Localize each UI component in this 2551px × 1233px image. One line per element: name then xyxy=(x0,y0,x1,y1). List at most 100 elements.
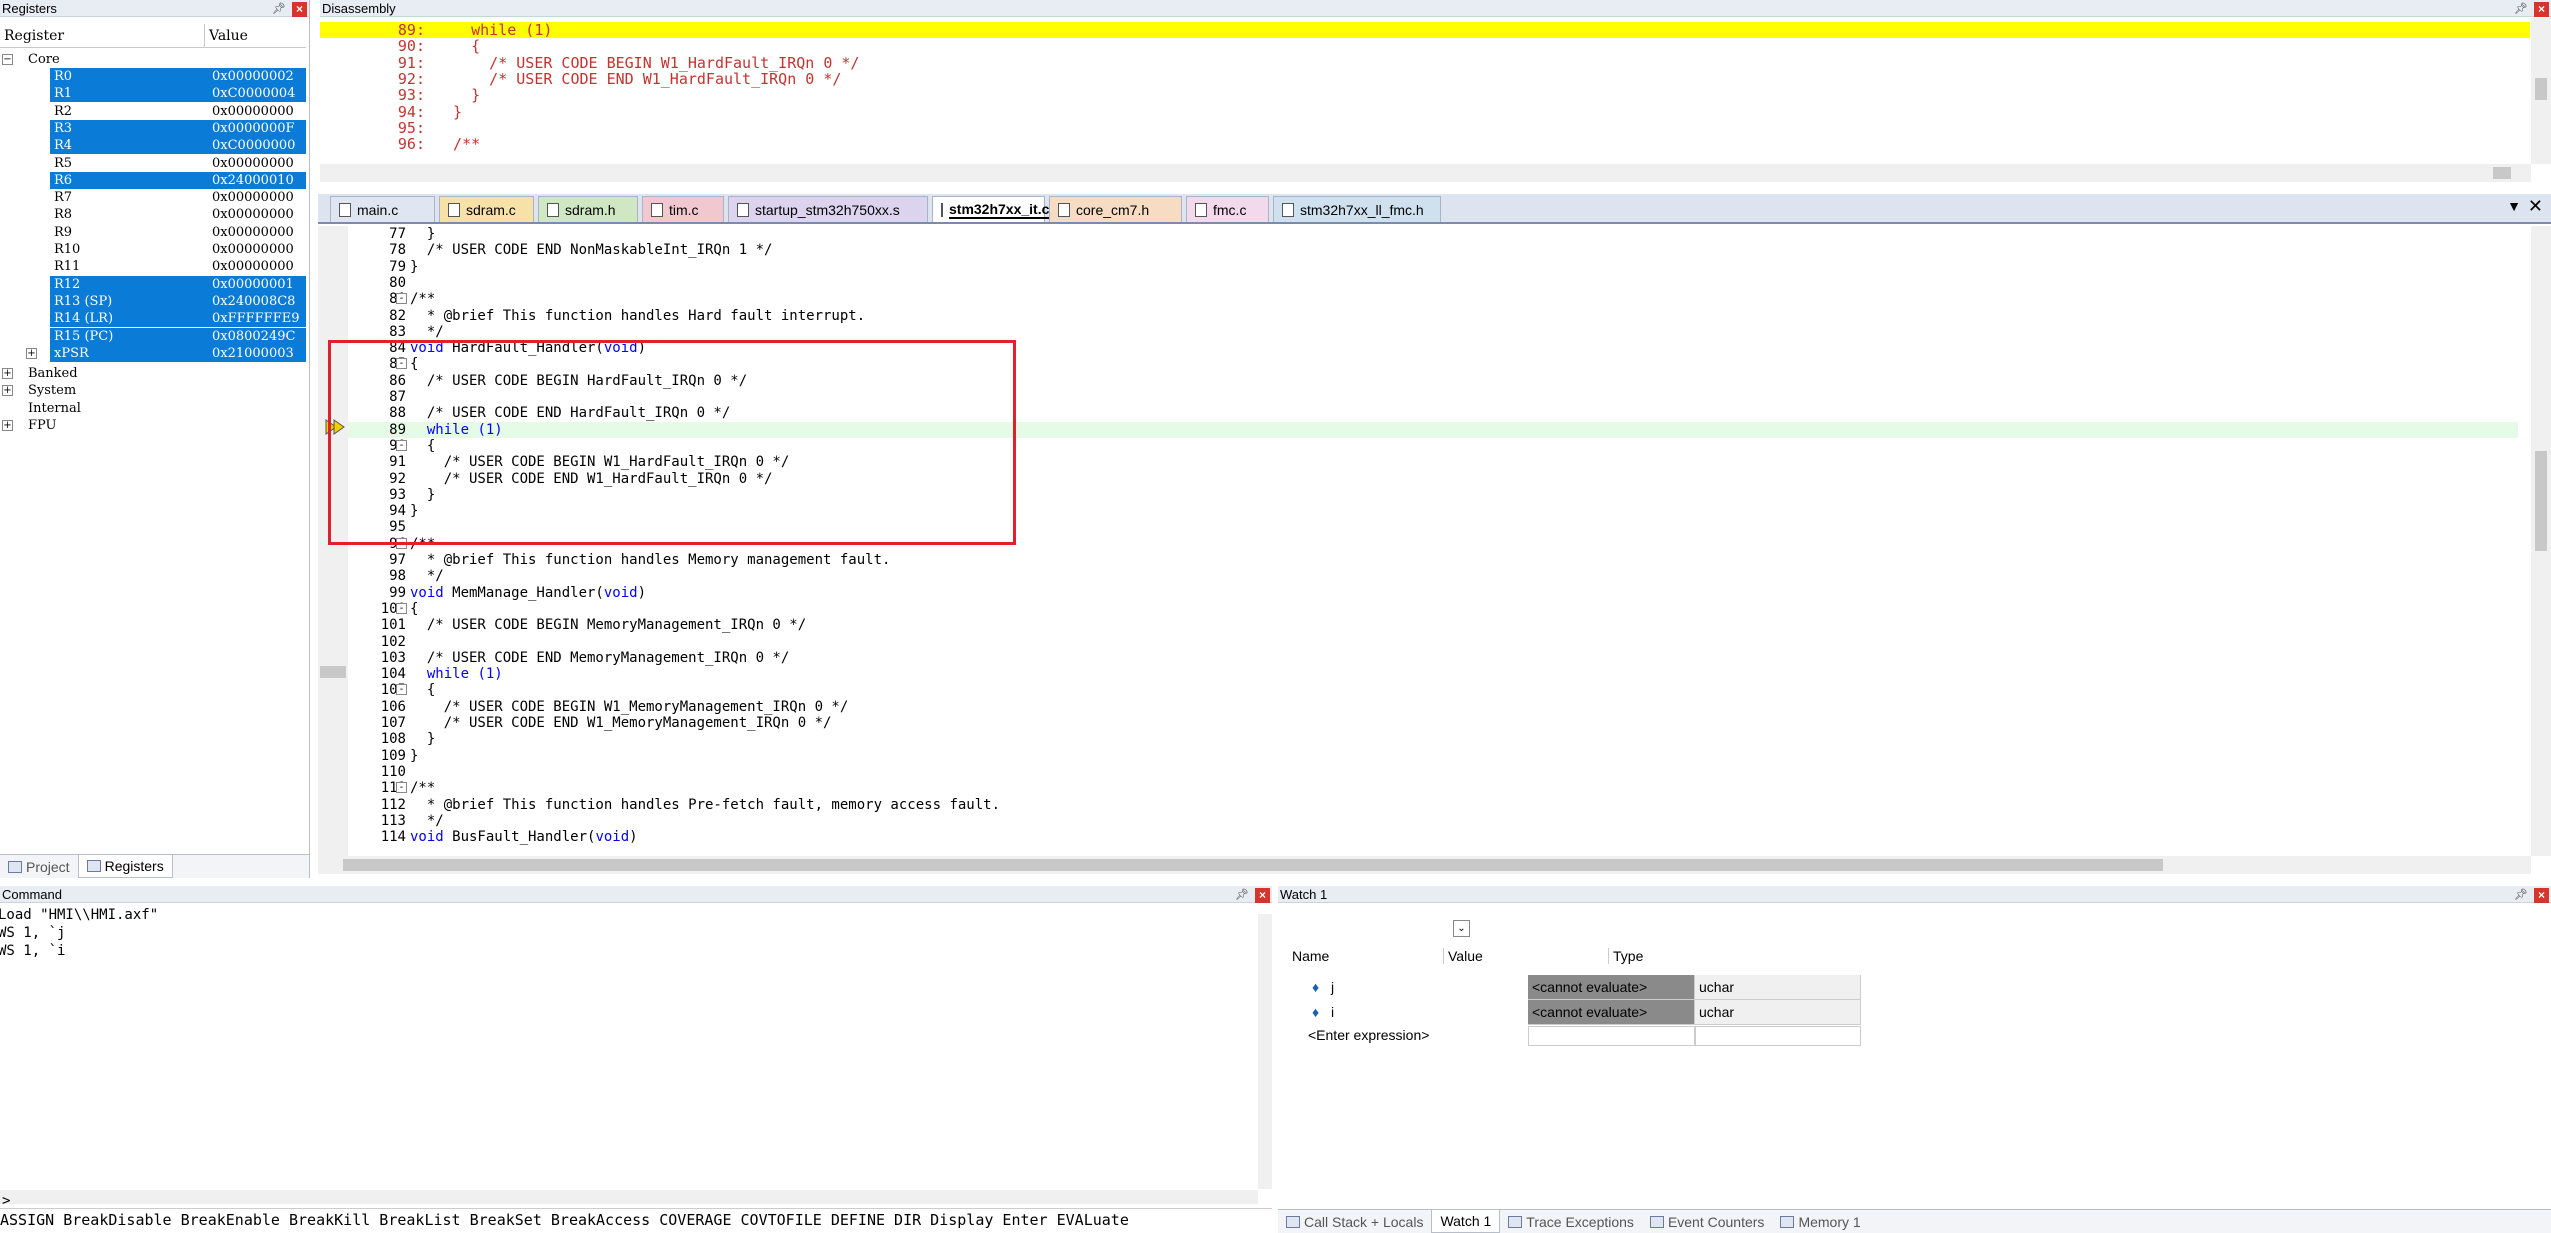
register-row[interactable]: R1 0xC0000004 xyxy=(0,85,306,103)
code-line[interactable]: 108 } xyxy=(318,731,2518,747)
fold-toggle-icon[interactable]: - xyxy=(396,782,407,794)
editor-vscroll[interactable] xyxy=(2531,226,2551,856)
close-icon[interactable]: × xyxy=(292,2,307,17)
expand-icon[interactable]: + xyxy=(2,385,13,397)
code-line[interactable]: 105- { xyxy=(318,682,2518,698)
code-line[interactable]: 80 xyxy=(318,275,2518,291)
fold-toggle-icon[interactable]: - xyxy=(396,602,407,614)
register-row[interactable]: R3 0x0000000F xyxy=(0,119,306,137)
disassembly-line[interactable]: 96: /** xyxy=(320,136,2530,152)
tab-fmc-c[interactable]: fmc.c xyxy=(1186,196,1269,222)
register-row[interactable]: R15 (PC) 0x0800249C xyxy=(0,327,306,345)
tab-startup-stm32h750xx-s[interactable]: startup_stm32h750xx.s xyxy=(728,196,928,222)
core-group[interactable]: − Core xyxy=(0,51,306,68)
expand-icon[interactable]: + xyxy=(26,347,37,359)
register-group[interactable]: + FPU xyxy=(0,417,306,434)
pin-icon[interactable]: 📌︎ xyxy=(272,1,286,18)
tab-call-stack-locals[interactable]: Call Stack + Locals xyxy=(1278,1210,1431,1233)
register-row[interactable]: R8 0x00000000 xyxy=(0,206,306,223)
code-line[interactable]: 99 void MemManage_Handler(void) xyxy=(318,585,2518,601)
register-group[interactable]: + System xyxy=(0,382,306,399)
disassembly-line[interactable]: 95: xyxy=(320,120,2530,136)
code-line[interactable]: 82 * @brief This function handles Hard f… xyxy=(318,308,2518,324)
tab-stm32h7xx-it-c[interactable]: stm32h7xx_it.c xyxy=(932,196,1050,222)
register-row[interactable]: R9 0x00000000 xyxy=(0,224,306,241)
col-register[interactable]: Register xyxy=(0,24,205,47)
col-name[interactable]: Name xyxy=(1292,948,1329,964)
expand-icon[interactable]: + xyxy=(2,368,13,379)
tab-main-c[interactable]: main.c xyxy=(330,196,435,222)
disassembly-line[interactable]: 89: while (1) xyxy=(320,22,2530,38)
register-group[interactable]: + Banked xyxy=(0,365,306,382)
code-line[interactable]: 81-/** xyxy=(318,291,2518,307)
expand-icon[interactable]: + xyxy=(2,419,13,431)
watch-row[interactable]: ♦ j <cannot evaluate> uchar xyxy=(1278,975,1868,1000)
code-line[interactable]: 100-{ xyxy=(318,601,2518,617)
fold-toggle-icon[interactable]: - xyxy=(396,684,407,696)
register-row[interactable]: R10 0x00000000 xyxy=(0,241,306,258)
code-line[interactable]: 83 */ xyxy=(318,324,2518,340)
pin-icon[interactable]: 📌︎ xyxy=(2514,1,2528,18)
tab-sdram-c[interactable]: sdram.c xyxy=(439,196,534,222)
close-icon[interactable]: × xyxy=(1255,888,1270,903)
tab-memory-1[interactable]: Memory 1 xyxy=(1772,1210,1868,1233)
tab-watch-1[interactable]: Watch 1 xyxy=(1431,1210,1501,1233)
disassembly-line[interactable]: 92: /* USER CODE END W1_HardFault_IRQn 0… xyxy=(320,71,2530,87)
register-row[interactable]: R0 0x00000002 xyxy=(0,68,306,85)
code-line[interactable]: 109} xyxy=(318,748,2518,764)
code-line[interactable]: 97 * @brief This function handles Memory… xyxy=(318,552,2518,568)
pin-icon[interactable]: 📌︎ xyxy=(1235,887,1249,904)
command-vscroll[interactable] xyxy=(1258,914,1272,1189)
fold-toggle-icon[interactable]: - xyxy=(396,293,407,305)
disassembly-vscroll[interactable] xyxy=(2531,18,2551,164)
collapse-icon[interactable]: − xyxy=(2,54,13,65)
col-value[interactable]: Value xyxy=(205,24,306,47)
code-line[interactable]: 77 } xyxy=(318,226,2518,242)
code-line[interactable]: 78 /* USER CODE END NonMaskableInt_IRQn … xyxy=(318,242,2518,258)
register-row[interactable]: R2 0x00000000 xyxy=(0,103,306,120)
tab-sdram-h[interactable]: sdram.h xyxy=(538,196,638,222)
editor-hscroll[interactable] xyxy=(318,856,2531,874)
col-type[interactable]: Type xyxy=(1608,948,1643,964)
close-icon[interactable]: × xyxy=(2534,2,2549,17)
col-value[interactable]: Value xyxy=(1443,948,1483,964)
code-line[interactable]: 103 /* USER CODE END MemoryManagement_IR… xyxy=(318,650,2518,666)
code-line[interactable]: 111-/** xyxy=(318,780,2518,796)
disassembly-line[interactable]: 93: } xyxy=(320,87,2530,103)
tab-registers[interactable]: Registers xyxy=(77,855,173,878)
code-line[interactable]: 107 /* USER CODE END W1_MemoryManagement… xyxy=(318,715,2518,731)
code-line[interactable]: 106 /* USER CODE BEGIN W1_MemoryManageme… xyxy=(318,699,2518,715)
chevron-down-icon[interactable]: ▼ xyxy=(2507,198,2521,214)
tab-event-counters[interactable]: Event Counters xyxy=(1642,1210,1773,1233)
register-row[interactable]: R12 0x00000001 xyxy=(0,275,306,293)
register-row[interactable]: R4 0xC0000000 xyxy=(0,137,306,155)
code-line[interactable]: 98 */ xyxy=(318,568,2518,584)
register-row[interactable]: xPSR 0x21000003 + xyxy=(0,344,306,362)
register-row[interactable]: R6 0x24000010 xyxy=(0,171,306,189)
tab-stm32h7xx-ll-fmc-h[interactable]: stm32h7xx_ll_fmc.h xyxy=(1273,196,1441,222)
enter-expression[interactable]: <Enter expression> xyxy=(1308,1027,1429,1043)
tab-trace-exceptions[interactable]: Trace Exceptions xyxy=(1500,1210,1642,1233)
register-group[interactable]: Internal xyxy=(0,400,306,417)
code-line[interactable]: 112 * @brief This function handles Pre-f… xyxy=(318,797,2518,813)
code-line[interactable]: 101 /* USER CODE BEGIN MemoryManagement_… xyxy=(318,617,2518,633)
tab-tim-c[interactable]: tim.c xyxy=(642,196,724,222)
register-row[interactable]: R5 0x00000000 xyxy=(0,155,306,172)
disassembly-line[interactable]: 91: /* USER CODE BEGIN W1_HardFault_IRQn… xyxy=(320,55,2530,71)
pin-icon[interactable]: 📌︎ xyxy=(2514,887,2528,904)
disassembly-hscroll[interactable] xyxy=(320,164,2531,182)
close-icon[interactable]: × xyxy=(2534,888,2549,903)
command-hscroll[interactable] xyxy=(0,1190,1258,1204)
code-line[interactable]: 113 */ xyxy=(318,813,2518,829)
code-editor[interactable]: 77 } 78 /* USER CODE END NonMaskableInt_I… xyxy=(318,226,2551,878)
code-line[interactable]: 110 xyxy=(318,764,2518,780)
register-row[interactable]: R11 0x00000000 xyxy=(0,258,306,275)
tab-core-cm7-h[interactable]: core_cm7.h xyxy=(1049,196,1182,222)
dropdown-button[interactable]: ⌄ xyxy=(1453,920,1470,937)
disassembly-line[interactable]: 90: { xyxy=(320,38,2530,54)
register-row[interactable]: R7 0x00000000 xyxy=(0,189,306,206)
close-tab-icon[interactable]: ✕ xyxy=(2528,196,2543,217)
disassembly-line[interactable]: 94: } xyxy=(320,104,2530,120)
register-row[interactable]: R13 (SP) 0x240008C8 xyxy=(0,292,306,310)
code-line[interactable]: 114 void BusFault_Handler(void) xyxy=(318,829,2518,845)
